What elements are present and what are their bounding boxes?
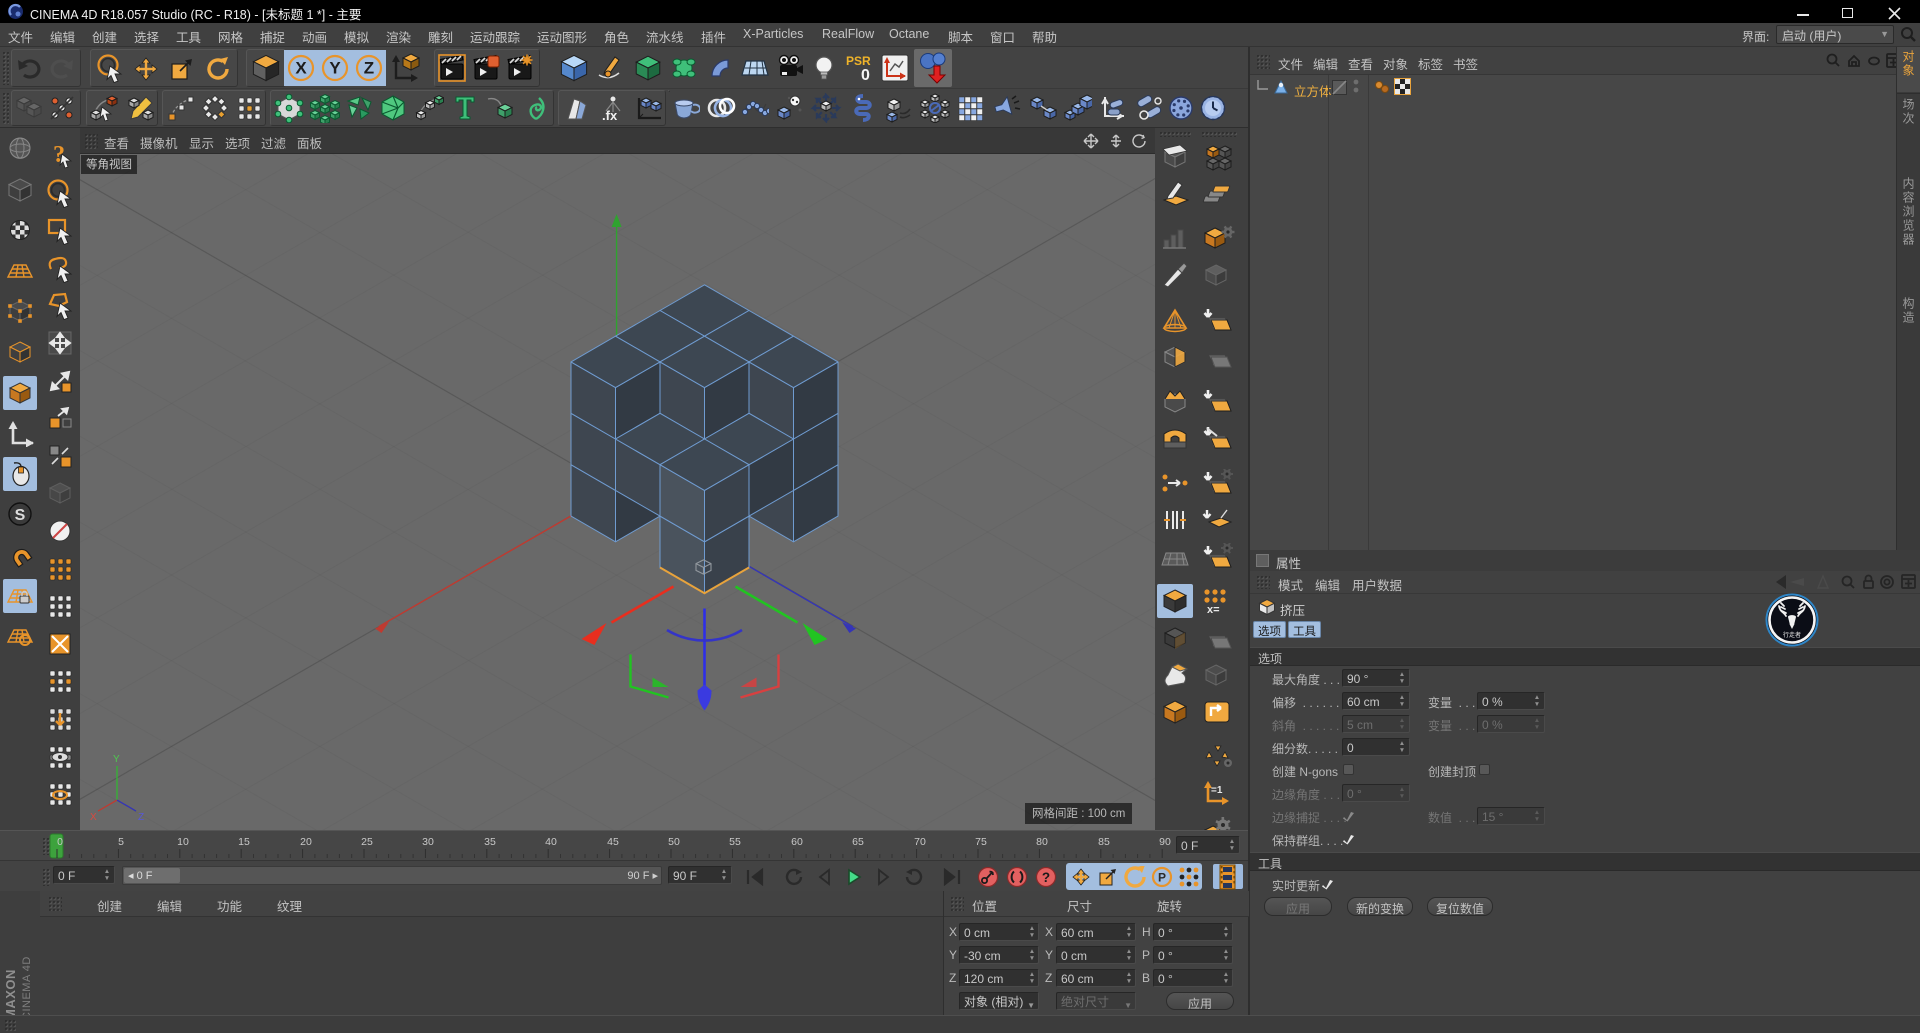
svg-text:35: 35 <box>484 836 496 848</box>
svg-text:25: 25 <box>361 836 373 848</box>
svg-text:15: 15 <box>238 836 250 848</box>
svg-text:65: 65 <box>852 836 864 848</box>
svg-text:30: 30 <box>422 836 434 848</box>
svg-text:行走者: 行走者 <box>1783 631 1801 639</box>
svg-text:=1: =1 <box>1211 785 1223 796</box>
svg-text:Z: Z <box>138 812 144 823</box>
svg-text:10: 10 <box>177 836 189 848</box>
svg-text:55: 55 <box>729 836 741 848</box>
svg-text:X: X <box>295 59 307 78</box>
svg-text:?: ? <box>1041 870 1049 885</box>
svg-text:.fx: .fx <box>602 108 618 123</box>
svg-text:P: P <box>1158 870 1166 884</box>
svg-text:X: X <box>90 812 97 823</box>
svg-text:Y: Y <box>329 59 341 78</box>
svg-text:Y: Y <box>113 754 120 765</box>
svg-text:80: 80 <box>1036 836 1048 848</box>
svg-text:0: 0 <box>57 836 63 848</box>
svg-text:90: 90 <box>1159 836 1171 848</box>
svg-text:60: 60 <box>791 836 803 848</box>
svg-text:85: 85 <box>1098 836 1110 848</box>
svg-text:45: 45 <box>607 836 619 848</box>
svg-text:Z: Z <box>364 59 374 78</box>
svg-text:S: S <box>15 507 26 524</box>
svg-text:PSR: PSR <box>846 54 871 68</box>
svg-text:50: 50 <box>668 836 680 848</box>
svg-text:20: 20 <box>300 836 312 848</box>
svg-text:40: 40 <box>545 836 557 848</box>
svg-text:75: 75 <box>975 836 987 848</box>
svg-text:0: 0 <box>861 67 870 83</box>
svg-text:70: 70 <box>914 836 926 848</box>
svg-text:5: 5 <box>118 836 124 848</box>
svg-text:x=: x= <box>1207 604 1220 615</box>
